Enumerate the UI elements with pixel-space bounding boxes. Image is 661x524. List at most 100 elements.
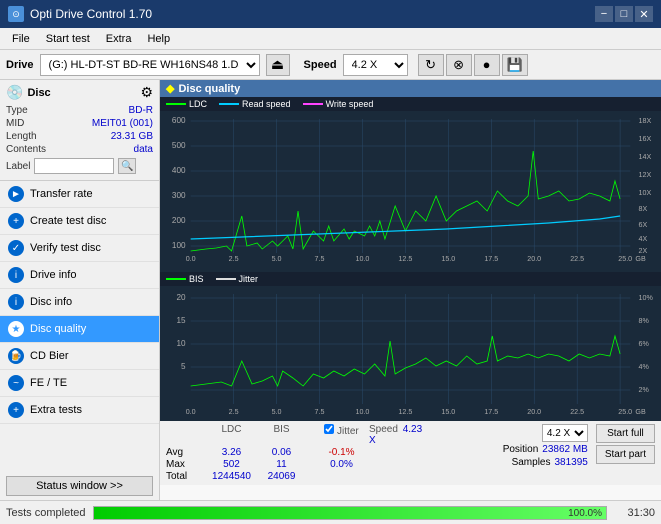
disc-label-search-button[interactable]: 🔍 — [118, 158, 136, 174]
svg-text:15.0: 15.0 — [441, 409, 455, 416]
svg-text:0.0: 0.0 — [186, 409, 196, 416]
status-window-button[interactable]: Status window >> — [6, 476, 153, 496]
status-text: Tests completed — [6, 507, 85, 519]
save-button[interactable]: 💾 — [502, 54, 528, 76]
svg-text:4%: 4% — [639, 364, 650, 371]
app-icon: ⊙ — [8, 6, 24, 22]
svg-text:GB: GB — [635, 256, 646, 263]
svg-text:10.0: 10.0 — [355, 256, 369, 263]
svg-text:18X: 18X — [639, 118, 652, 125]
samples-label: Samples — [512, 457, 551, 468]
cd-bier-icon: 🍺 — [8, 348, 24, 364]
maximize-button[interactable]: □ — [615, 6, 633, 22]
close-button[interactable]: ✕ — [635, 6, 653, 22]
drive-info-label: Drive info — [30, 269, 76, 281]
svg-text:20: 20 — [176, 293, 186, 302]
stats-avg-row: Avg 3.26 0.06 -0.1% — [166, 447, 495, 458]
drive-action-buttons: ↻ ⊗ ● 💾 — [418, 54, 528, 76]
sidebar-item-drive-info[interactable]: i Drive info — [0, 262, 159, 289]
verify-test-disc-icon: ✓ — [8, 240, 24, 256]
disc-mid-row: MID MEIT01 (001) — [6, 117, 153, 130]
stats-header-row: LDC BIS Jitter Speed 4.23 X — [166, 424, 495, 446]
svg-text:2.5: 2.5 — [229, 409, 239, 416]
svg-text:4X: 4X — [639, 236, 648, 243]
upper-chart-area: LDC Read speed Write speed — [160, 97, 661, 272]
total-label: Total — [166, 471, 204, 482]
samples-row: Samples 381395 — [512, 457, 588, 468]
sidebar-item-extra-tests[interactable]: + Extra tests — [0, 397, 159, 424]
menu-file[interactable]: File — [4, 31, 38, 47]
jitter-checkbox[interactable] — [324, 424, 334, 434]
sidebar-item-transfer-rate[interactable]: ► Transfer rate — [0, 181, 159, 208]
spacer2 — [304, 459, 314, 470]
svg-text:2.5: 2.5 — [229, 256, 239, 263]
svg-text:10%: 10% — [639, 295, 654, 302]
disc-info-icon: i — [8, 294, 24, 310]
fe-te-label: FE / TE — [30, 377, 67, 389]
lower-chart-svg: 20 15 10 5 10% 8% 6% 4% 2% 0.0 2.5 5.0 7… — [160, 286, 661, 421]
minimize-button[interactable]: − — [595, 6, 613, 22]
menu-bar: File Start test Extra Help — [0, 28, 661, 50]
stats-header-jitter-chk: Jitter — [314, 424, 369, 446]
disc-mid-value: MEIT01 (001) — [92, 118, 153, 129]
sidebar-item-disc-info[interactable]: i Disc info — [0, 289, 159, 316]
disc-type-value: BD-R — [129, 105, 153, 116]
jitter-legend-label: Jitter — [239, 274, 259, 284]
drive-bar: Drive (G:) HL-DT-ST BD-RE WH16NS48 1.D3 … — [0, 50, 661, 80]
svg-text:6X: 6X — [639, 222, 648, 229]
speed-select[interactable]: 4.2 X 1.0 X 2.0 X 8.0 X — [343, 54, 408, 76]
svg-text:15.0: 15.0 — [441, 256, 455, 263]
svg-text:7.5: 7.5 — [315, 256, 325, 263]
sidebar-item-fe-te[interactable]: ~ FE / TE — [0, 370, 159, 397]
progress-bar-container: 100.0% — [93, 506, 607, 520]
svg-text:GB: GB — [635, 409, 646, 416]
svg-text:10.0: 10.0 — [355, 409, 369, 416]
disc-label-input[interactable] — [34, 158, 114, 174]
ldc-legend-label: LDC — [189, 99, 207, 109]
refresh-button[interactable]: ↻ — [418, 54, 444, 76]
disc-settings-button[interactable]: ⚙ — [140, 84, 153, 101]
sidebar-item-verify-test-disc[interactable]: ✓ Verify test disc — [0, 235, 159, 262]
burn-button[interactable]: ● — [474, 54, 500, 76]
svg-text:8%: 8% — [639, 318, 650, 325]
disc-icon: 💿 — [6, 84, 23, 101]
disc-contents-label: Contents — [6, 144, 46, 155]
menu-start-test[interactable]: Start test — [38, 31, 98, 47]
stats-header-bis: BIS — [259, 424, 304, 446]
svg-text:5: 5 — [181, 362, 186, 371]
sidebar-item-cd-bier[interactable]: 🍺 CD Bier — [0, 343, 159, 370]
menu-extra[interactable]: Extra — [98, 31, 140, 47]
position-value: 23862 MB — [542, 444, 588, 455]
svg-text:14X: 14X — [639, 154, 652, 161]
disc-length-label: Length — [6, 131, 37, 142]
eject-button[interactable]: ⏏ — [266, 54, 290, 76]
bis-legend-color — [166, 278, 186, 280]
menu-help[interactable]: Help — [139, 31, 178, 47]
drive-label: Drive — [6, 59, 34, 71]
erase-button[interactable]: ⊗ — [446, 54, 472, 76]
svg-text:20.0: 20.0 — [527, 256, 541, 263]
jitter-legend-color — [216, 278, 236, 280]
transfer-rate-label: Transfer rate — [30, 188, 93, 200]
disc-header-left: 💿 Disc — [6, 84, 51, 101]
fe-te-icon: ~ — [8, 375, 24, 391]
stats-area: LDC BIS Jitter Speed 4.23 X Avg 3.26 — [160, 420, 661, 485]
jitter-header-label: Jitter — [337, 426, 359, 437]
upper-chart-svg: 600 500 400 300 200 100 18X 16X 14X 12X … — [160, 111, 661, 263]
bis-legend: BIS — [166, 274, 204, 284]
drive-select[interactable]: (G:) HL-DT-ST BD-RE WH16NS48 1.D3 — [40, 54, 260, 76]
sidebar-item-disc-quality[interactable]: ★ Disc quality — [0, 316, 159, 343]
svg-text:10X: 10X — [639, 190, 652, 197]
disc-mid-label: MID — [6, 118, 24, 129]
nav-items: ► Transfer rate + Create test disc ✓ Ver… — [0, 181, 159, 472]
stats-header-ldc: LDC — [204, 424, 259, 446]
svg-text:7.5: 7.5 — [315, 409, 325, 416]
start-full-button[interactable]: Start full — [596, 424, 655, 443]
speed-select-control[interactable]: 4.2 X — [542, 424, 588, 442]
samples-value: 381395 — [554, 457, 587, 468]
svg-text:6%: 6% — [639, 341, 650, 348]
max-jitter: 0.0% — [314, 459, 369, 470]
svg-text:10: 10 — [176, 339, 186, 348]
start-part-button[interactable]: Start part — [596, 445, 655, 464]
sidebar-item-create-test-disc[interactable]: + Create test disc — [0, 208, 159, 235]
